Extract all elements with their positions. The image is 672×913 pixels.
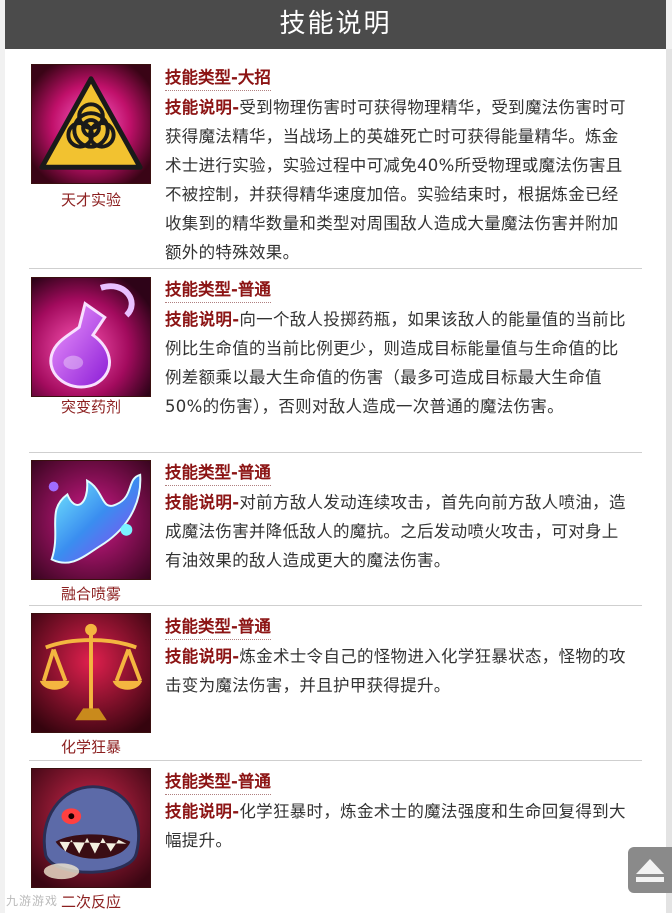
- skill-type: 技能类型-普通: [165, 771, 635, 795]
- skill-description: 技能说明-化学狂暴时，炼金术士的魔法强度和生命回复得到大幅提升。: [165, 797, 635, 855]
- skill-type: 技能类型-普通: [165, 462, 635, 486]
- skill-item: 突变药剂 技能类型-普通 技能说明-向一个敌人投掷药瓶，如果该敌人的能量值的当前…: [5, 269, 666, 453]
- skill-name: 融合喷雾: [60, 585, 121, 603]
- splash-icon: [31, 460, 151, 580]
- arrow-up-icon: [636, 859, 664, 882]
- skill-type-prefix: 技能类型-: [165, 280, 238, 299]
- skill-description: 技能说明-受到物理伤害时可获得物理精华，受到魔法伤害时可获得魔法精华，当战场上的…: [165, 93, 635, 267]
- skill-description: 技能说明-对前方敌人发动连续攻击，首先向前方敌人喷油，造成魔法伤害并降低敌人的魔…: [165, 488, 635, 575]
- skill-desc-prefix: 技能说明-: [165, 647, 240, 666]
- page: 技能说明 天才实验 技能类型-大招 技能说明-受到物理伤害时可获得物理精华，受到…: [0, 0, 672, 913]
- skill-type-value: 普通: [237, 617, 271, 636]
- skill-description: 技能说明-炼金术士令自己的怪物进入化学狂暴状态，怪物的攻击变为魔法伤害，并且护甲…: [165, 642, 635, 700]
- skill-item: 二次反应 技能类型-普通 技能说明-化学狂暴时，炼金术士的魔法强度和生命回复得到…: [5, 761, 666, 913]
- skill-name: 突变药剂: [60, 398, 121, 416]
- skill-desc-prefix: 技能说明-: [165, 98, 240, 117]
- watermark: 九游游戏: [6, 894, 59, 908]
- skill-item: 天才实验 技能类型-大招 技能说明-受到物理伤害时可获得物理精华，受到魔法伤害时…: [5, 49, 666, 269]
- skill-desc-prefix: 技能说明-: [165, 310, 240, 329]
- skill-description: 技能说明-向一个敌人投掷药瓶，如果该敌人的能量值的当前比例比生命值的当前比例更少…: [165, 305, 635, 421]
- skill-type-value: 普通: [237, 772, 271, 791]
- skill-type-prefix: 技能类型-: [165, 617, 238, 636]
- skill-type: 技能类型-普通: [165, 616, 635, 640]
- skill-desc-prefix: 技能说明-: [165, 802, 240, 821]
- monster-face-icon: [31, 768, 151, 888]
- skill-type-prefix: 技能类型-: [165, 772, 238, 791]
- skill-name: 天才实验: [60, 191, 121, 209]
- skill-type-value: 普通: [237, 280, 271, 299]
- skill-type-value: 大招: [237, 68, 271, 87]
- skill-list: 天才实验 技能类型-大招 技能说明-受到物理伤害时可获得物理精华，受到魔法伤害时…: [5, 49, 666, 913]
- biohazard-icon: [31, 64, 151, 184]
- skill-desc-text: 受到物理伤害时可获得物理精华，受到魔法伤害时可获得魔法精华，当战场上的英雄死亡时…: [165, 98, 626, 262]
- skill-type-value: 普通: [237, 463, 271, 482]
- skill-desc-prefix: 技能说明-: [165, 493, 240, 512]
- skill-item: 融合喷雾 技能类型-普通 技能说明-对前方敌人发动连续攻击，首先向前方敌人喷油，…: [5, 453, 666, 606]
- page-title: 技能说明: [5, 0, 666, 49]
- skill-type: 技能类型-普通: [165, 279, 635, 303]
- skill-type-prefix: 技能类型-: [165, 68, 238, 87]
- scales-icon: [31, 613, 151, 733]
- scroll-to-top-button[interactable]: [628, 847, 672, 893]
- skill-item: 化学狂暴 技能类型-普通 技能说明-炼金术士令自己的怪物进入化学狂暴状态，怪物的…: [5, 606, 666, 761]
- skill-type-prefix: 技能类型-: [165, 463, 238, 482]
- potion-flask-icon: [31, 277, 151, 397]
- skill-name: 化学狂暴: [60, 738, 121, 756]
- skill-type: 技能类型-大招: [165, 67, 635, 91]
